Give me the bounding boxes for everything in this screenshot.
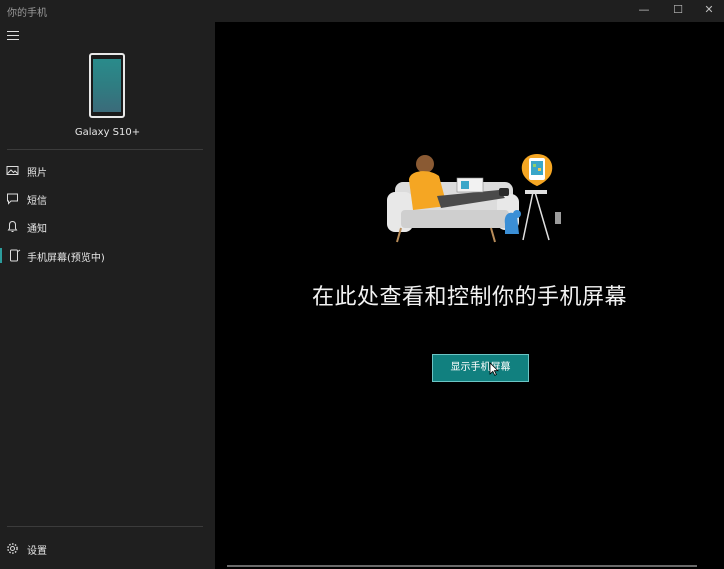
message-icon (7, 193, 18, 205)
person-on-couch-illustration (387, 154, 561, 243)
sidebar-item-photos[interactable]: 照片 (0, 159, 215, 183)
gear-icon (7, 543, 18, 554)
sidebar-item-settings[interactable]: 设置 (0, 537, 215, 561)
close-button[interactable]: ✕ (692, 0, 724, 22)
sidebar-item-notifications[interactable]: 通知 (0, 215, 215, 239)
horizontal-scrollbar[interactable] (227, 565, 697, 567)
page-headline: 在此处查看和控制你的手机屏幕 (311, 285, 627, 310)
sidebar: Galaxy S10+ 照片 短信 通知 手机屏幕(预览中) 设置 (0, 22, 215, 569)
active-indicator (0, 248, 2, 263)
title-bar: 你的手机 — ☐ ✕ (0, 0, 724, 22)
phone-screen-icon (10, 249, 21, 262)
show-phone-screen-button[interactable]: 显示手机屏幕 (432, 354, 529, 382)
bell-icon (7, 220, 18, 232)
sidebar-item-phone-screen[interactable]: 手机屏幕(预览中) (0, 244, 215, 268)
sidebar-divider (7, 526, 203, 527)
sidebar-divider (7, 149, 203, 150)
sidebar-item-label: 短信 (27, 196, 47, 207)
sidebar-item-messages[interactable]: 短信 (0, 187, 215, 211)
phone-device-icon (89, 53, 125, 118)
photo-icon (6, 166, 19, 175)
sidebar-item-label: 通知 (27, 224, 47, 235)
minimize-button[interactable]: — (627, 0, 661, 22)
window-title: 你的手机 (7, 8, 47, 19)
maximize-button[interactable]: ☐ (661, 0, 695, 22)
settings-label: 设置 (27, 546, 47, 557)
mouse-cursor-icon (489, 362, 499, 376)
main-content: 在此处查看和控制你的手机屏幕 显示手机屏幕 (215, 22, 724, 569)
hamburger-menu-icon[interactable] (7, 31, 19, 41)
device-name: Galaxy S10+ (74, 127, 141, 138)
sidebar-item-label: 手机屏幕(预览中) (27, 253, 105, 264)
sidebar-item-label: 照片 (27, 168, 47, 179)
